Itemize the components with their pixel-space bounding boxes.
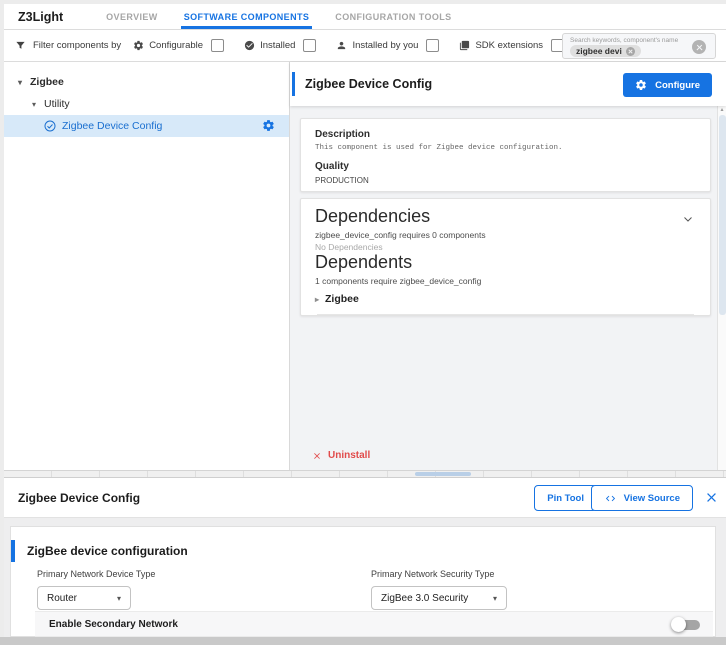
description-text: This component is used for Zigbee device… (315, 144, 563, 152)
detail-header: Zigbee Device Config Configure (290, 62, 726, 106)
search-chip-text: zigbee devi (576, 46, 622, 56)
tree-item-zigbee-label: Zigbee (30, 76, 64, 88)
library-icon (459, 40, 470, 51)
configurable-checkbox[interactable] (211, 39, 225, 52)
device-type-value: Router (47, 592, 78, 604)
code-icon (604, 493, 617, 504)
tab-overview[interactable]: OVERVIEW (93, 4, 171, 29)
uninstall-button[interactable]: Uninstall (312, 450, 370, 461)
gear-icon (133, 40, 144, 51)
divider (317, 314, 694, 315)
quality-heading: Quality (315, 161, 349, 172)
description-card: Description This component is used for Z… (300, 118, 711, 192)
dependent-item-zigbee[interactable]: ▸ Zigbee (315, 293, 696, 305)
security-type-label: Primary Network Security Type (371, 569, 495, 579)
device-type-select[interactable]: Router ▾ (37, 586, 131, 610)
check-circle-icon (244, 40, 255, 51)
filter-icon (15, 40, 26, 51)
tab-bar: OVERVIEW SOFTWARE COMPONENTS CONFIGURATI… (93, 4, 464, 29)
tab-software-components[interactable]: SOFTWARE COMPONENTS (171, 4, 323, 29)
top-bar: Z3Light OVERVIEW SOFTWARE COMPONENTS CON… (4, 4, 726, 30)
dependents-heading: Dependents (315, 252, 413, 272)
security-type-value: ZigBee 3.0 Security (381, 592, 469, 604)
filter-sdk-extensions-label: SDK extensions (475, 40, 544, 51)
config-tool-header: Zigbee Device Config Pin Tool View Sourc… (4, 478, 726, 518)
dependencies-card: Dependencies zigbee_device_config requir… (300, 198, 711, 316)
search-input[interactable]: Search keywords, component's name zigbee… (562, 33, 716, 59)
dependencies-heading: Dependencies (315, 206, 431, 226)
secondary-network-toggle[interactable] (671, 617, 701, 633)
device-type-label: Primary Network Device Type (37, 569, 156, 579)
horizontal-scrollbar[interactable] (4, 470, 726, 478)
filter-configurable: Configurable (133, 39, 225, 52)
chip-remove-icon[interactable] (625, 46, 635, 56)
project-title: Z3Light (18, 9, 64, 24)
config-tool-title: Zigbee Device Config (18, 490, 141, 505)
description-heading: Description (315, 129, 371, 140)
filter-installed: Installed (244, 39, 317, 52)
vertical-scrollbar[interactable]: ▴ (717, 106, 726, 470)
config-tool-content: ZigBee device configuration Primary Netw… (4, 518, 726, 637)
filter-bar-label: Filter components by (33, 40, 122, 51)
filter-configurable-label: Configurable (149, 40, 204, 51)
dependencies-empty: No Dependencies (315, 242, 383, 252)
scroll-up-icon[interactable]: ▴ (718, 106, 726, 114)
field-device-type: Primary Network Device Type Router ▾ (37, 569, 155, 610)
dependent-item-label: Zigbee (325, 293, 359, 305)
pin-tool-button[interactable]: Pin Tool (534, 485, 597, 511)
filter-installed-by-you: Installed by you (336, 39, 440, 52)
component-detail-panel: Zigbee Device Config Configure Descripti… (290, 62, 726, 470)
pin-tool-label: Pin Tool (547, 492, 584, 504)
search-clear-icon[interactable] (692, 40, 706, 54)
accent-bar (11, 540, 15, 562)
filter-bar: Filter components by Configurable Instal… (4, 30, 726, 62)
device-configuration-card: ZigBee device configuration Primary Netw… (10, 526, 716, 637)
person-icon (336, 40, 347, 51)
configure-gear-icon[interactable] (262, 119, 275, 132)
security-type-select[interactable]: ZigBee 3.0 Security ▾ (371, 586, 507, 610)
dependencies-summary: zigbee_device_config requires 0 componen… (315, 230, 486, 240)
gear-icon (635, 79, 647, 91)
configure-button-label: Configure (655, 79, 700, 91)
scrollbar-thumb[interactable] (415, 472, 471, 476)
installed-check-icon (44, 120, 56, 132)
toggle-knob (671, 617, 686, 632)
window-edge (0, 637, 726, 645)
search-filter-chip[interactable]: zigbee devi (570, 45, 641, 57)
installed-by-you-checkbox[interactable] (426, 39, 440, 52)
accent-bar (292, 72, 295, 96)
quality-value: PRODUCTION (315, 176, 369, 185)
tree-item-utility[interactable]: ▾ Utility (4, 93, 289, 115)
chevron-down-icon: ▾ (116, 593, 121, 603)
uninstall-label: Uninstall (328, 450, 371, 461)
detail-title: Zigbee Device Config (305, 77, 433, 91)
secondary-network-label: Enable Secondary Network (49, 618, 178, 630)
component-tree-panel: ▾ Zigbee ▾ Utility Zigbee Device Config (4, 62, 290, 470)
chevron-down-icon[interactable] (682, 213, 694, 225)
search-placeholder: Search keywords, component's name (570, 37, 679, 44)
filter-sdk-extensions: SDK extensions (459, 39, 565, 52)
filter-installed-by-you-label: Installed by you (352, 40, 419, 51)
tree-item-zigbee[interactable]: ▾ Zigbee (4, 71, 289, 93)
configure-button[interactable]: Configure (623, 73, 712, 97)
close-icon[interactable] (704, 490, 719, 505)
config-section-heading: ZigBee device configuration (27, 544, 188, 558)
tab-configuration-tools[interactable]: CONFIGURATION TOOLS (322, 4, 464, 29)
field-security-type: Primary Network Security Type ZigBee 3.0… (371, 569, 507, 610)
tree-item-utility-label: Utility (44, 98, 70, 110)
view-source-button[interactable]: View Source (590, 485, 693, 511)
chevron-down-icon[interactable]: ▾ (18, 78, 30, 87)
secondary-network-row: Enable Secondary Network (35, 611, 713, 637)
tree-item-zigbee-device-config[interactable]: Zigbee Device Config (4, 115, 289, 137)
tree-item-zigbee-device-config-label: Zigbee Device Config (62, 120, 163, 132)
installed-checkbox[interactable] (303, 39, 317, 52)
chevron-down-icon: ▾ (492, 593, 497, 603)
scrollbar-thumb[interactable] (719, 115, 726, 315)
chevron-down-icon[interactable]: ▾ (32, 100, 44, 109)
chevron-right-icon[interactable]: ▸ (315, 295, 319, 304)
view-source-label: View Source (623, 492, 680, 504)
dependents-summary: 1 components require zigbee_device_confi… (315, 276, 482, 286)
close-icon (312, 451, 322, 461)
filter-installed-label: Installed (260, 40, 296, 51)
